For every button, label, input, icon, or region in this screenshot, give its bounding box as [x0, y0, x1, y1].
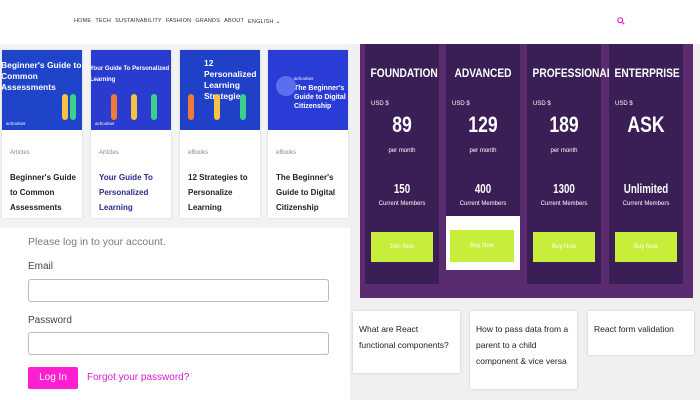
thumbnail-title: Beginner's Guide to Common Assessments [2, 60, 82, 92]
plan-members-label: Current Members [378, 201, 426, 207]
nav-item-grands[interactable]: GRANDS [195, 18, 220, 25]
figure-illustration [131, 94, 137, 120]
email-label: Email [28, 261, 54, 272]
question-title[interactable]: React form validation [594, 324, 674, 334]
article-card[interactable]: Beginner's Guide to Common Assessments a… [2, 50, 82, 218]
question-card[interactable]: React form validation [588, 311, 694, 355]
plan-name: ADVANCED [454, 66, 512, 80]
plan-members: Unlimited [623, 181, 669, 196]
plan-name: FOUNDATION [370, 66, 438, 80]
plan-members: 400 [474, 181, 492, 196]
plan-cta-panel: Buy Now [446, 216, 520, 270]
figure-illustration [240, 94, 246, 120]
brand-label: achoolser [6, 121, 26, 126]
thumbnail-title: Your Guide To Personalized Learning [91, 66, 170, 83]
article-card[interactable]: Your Guide To Personalized Learning acho… [91, 50, 171, 218]
nav-item-about[interactable]: ABOUT [224, 18, 244, 25]
plan-price: 189 [549, 112, 579, 137]
question-card[interactable]: What are React functional components? [353, 311, 460, 373]
article-category: eBooks [188, 150, 209, 156]
login-prompt: Please log in to your account. [28, 236, 166, 248]
email-field[interactable] [28, 279, 329, 302]
password-label: Password [28, 315, 72, 326]
plan-members-label: Current Members [622, 201, 670, 207]
article-thumbnail: Beginner's Guide to Common Assessments a… [2, 50, 82, 130]
top-navigation: HOME TECH SUSTAINABILITY FASHION GRANDS … [0, 0, 700, 44]
plan-currency: USD $ [452, 101, 470, 107]
thumbnail-title: The Beginner's Guide to Digital Citizens… [294, 85, 346, 110]
thumbnail-title: 12 Personalized Learning Strategies [204, 58, 257, 101]
plan-members: 150 [393, 181, 411, 196]
article-category: Articles [10, 150, 30, 156]
plan-price: 129 [468, 112, 498, 137]
buy-now-button[interactable]: Buy Now [450, 230, 514, 262]
plan-price: 89 [392, 112, 412, 137]
question-title[interactable]: How to pass data from a parent to a chil… [476, 324, 568, 366]
login-form: Please log in to your account. Email Pas… [0, 228, 350, 400]
plan-price: ASK [627, 112, 665, 137]
buy-now-button[interactable]: Buy Now [615, 232, 677, 262]
chevron-down-icon: ⌄ [275, 19, 281, 25]
article-title[interactable]: Your Guide To Personalized Learning [99, 170, 169, 215]
plan-currency: USD $ [371, 101, 389, 107]
plan-card-foundation: FOUNDATION USD $ 89 per month 150 Curren… [365, 44, 439, 284]
plan-name: ENTERPRISE [614, 66, 680, 80]
plan-name: PROFESSIONAL [532, 66, 614, 80]
forgot-password-link[interactable]: Forgot your password? [87, 372, 189, 383]
buy-now-button[interactable]: Buy Now [533, 232, 595, 262]
article-card[interactable]: The Beginner's Guide to Digital Citizens… [268, 50, 348, 218]
figure-illustration [151, 94, 157, 120]
figure-illustration [70, 94, 76, 120]
article-thumbnail: Your Guide To Personalized Learning acho… [91, 50, 171, 130]
plan-period: per month [469, 148, 497, 154]
plan-card-advanced: ADVANCED USD $ 129 per month 400 Current… [446, 44, 520, 216]
figure-illustration [188, 94, 194, 120]
article-thumbnail: The Beginner's Guide to Digital Citizens… [268, 50, 348, 130]
plan-card-enterprise: ENTERPRISE USD $ ASK Unlimited Current M… [609, 44, 683, 284]
page: HOME TECH SUSTAINABILITY FASHION GRANDS … [0, 0, 700, 400]
figure-illustration [62, 94, 68, 120]
globe-icon [276, 76, 296, 96]
plan-members-label: Current Members [459, 201, 507, 207]
plan-currency: USD $ [615, 101, 633, 107]
plan-currency: USD $ [533, 101, 551, 107]
nav-item-tech[interactable]: TECH [95, 18, 111, 25]
nav-menu: HOME TECH SUSTAINABILITY FASHION GRANDS … [74, 18, 281, 25]
question-title[interactable]: What are React functional components? [359, 324, 449, 350]
plan-card-professional: PROFESSIONAL USD $ 189 per month 1300 Cu… [527, 44, 614, 284]
nav-item-sustainability[interactable]: SUSTAINABILITY [115, 18, 162, 25]
article-title[interactable]: The Beginner's Guide to Digital Citizens… [276, 170, 346, 215]
nav-item-language[interactable]: ENGLISH ⌄ [248, 18, 281, 25]
article-title[interactable]: Beginner's Guide to Common Assessments [10, 170, 80, 215]
figure-illustration [111, 94, 117, 120]
question-card[interactable]: How to pass data from a parent to a chil… [470, 311, 577, 389]
plan-period: per month [550, 148, 578, 154]
plan-period: per month [388, 148, 416, 154]
brand-label: achoolser [95, 121, 115, 126]
password-field[interactable] [28, 332, 329, 355]
article-thumbnail: 12 Personalized Learning Strategies [180, 50, 260, 130]
brand-label: achoolser [294, 76, 314, 81]
join-now-button[interactable]: Join Now [371, 232, 433, 262]
nav-item-fashion[interactable]: FASHION [166, 18, 192, 25]
article-category: eBooks [276, 150, 297, 156]
search-icon[interactable] [617, 17, 625, 25]
nav-item-home[interactable]: HOME [74, 18, 91, 25]
plan-members: 1300 [553, 181, 575, 196]
article-category: Articles [99, 150, 119, 156]
plan-members-label: Current Members [540, 201, 588, 207]
article-title[interactable]: 12 Strategies to Personalize Learning [188, 170, 258, 215]
figure-illustration [214, 94, 220, 120]
login-button[interactable]: Log In [28, 367, 78, 389]
article-card[interactable]: 12 Personalized Learning Strategies eBoo… [180, 50, 260, 218]
